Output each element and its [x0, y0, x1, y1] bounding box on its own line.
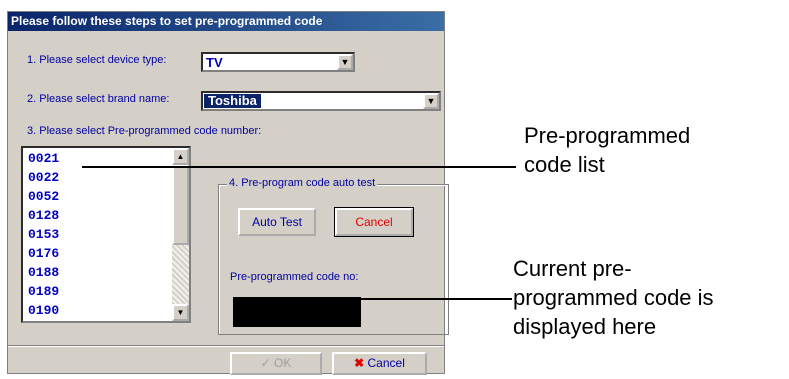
brand-name-select[interactable]: Toshiba ▼ — [201, 91, 441, 111]
device-type-select[interactable]: TV ▼ — [201, 52, 355, 72]
scroll-down-icon[interactable]: ▼ — [172, 304, 189, 321]
close-icon: ✖ — [354, 356, 365, 370]
auto-test-button[interactable]: Auto Test — [238, 208, 316, 236]
scroll-thumb[interactable] — [172, 165, 189, 245]
display-callout-line — [352, 298, 512, 300]
code-number-label: 3. Please select Pre-programmed code num… — [27, 125, 262, 137]
cancel-test-button[interactable]: Cancel — [334, 207, 414, 237]
list-item[interactable]: 0022 — [28, 168, 59, 187]
divider — [8, 345, 444, 347]
cancel-button[interactable]: ✖ Cancel — [332, 352, 427, 375]
brand-name-label: 2. Please select brand name: — [27, 93, 170, 105]
list-callout-line1: Pre-programmed — [524, 123, 691, 148]
display-callout-line2: programmed code is — [513, 285, 714, 310]
chevron-down-icon[interactable]: ▼ — [423, 93, 439, 109]
list-item[interactable]: 0052 — [28, 187, 59, 206]
check-icon: ✓ — [260, 356, 271, 370]
list-item[interactable]: 0176 — [28, 244, 59, 263]
device-type-label: 1. Please select device type: — [27, 54, 167, 66]
list-item[interactable]: 0190 — [28, 301, 59, 320]
ok-label: OK — [274, 356, 292, 370]
code-display — [233, 297, 361, 327]
ok-button[interactable]: ✓ OK — [230, 352, 322, 375]
list-callout-line — [82, 166, 516, 168]
code-list[interactable]: 0021 0022 0052 0128 0153 0176 0188 0189 … — [21, 146, 191, 323]
list-item[interactable]: 0188 — [28, 263, 59, 282]
code-no-label: Pre-programmed code no: — [230, 271, 359, 283]
dialog-title: Please follow these steps to set pre-pro… — [8, 12, 444, 31]
list-item[interactable]: 0128 — [28, 206, 59, 225]
cancel-label: Cancel — [367, 356, 405, 370]
display-callout-line3: displayed here — [513, 314, 657, 339]
display-callout-line1: Current pre- — [513, 256, 632, 281]
list-item[interactable]: 0189 — [28, 282, 59, 301]
list-item[interactable]: 0153 — [28, 225, 59, 244]
auto-test-group-label: 4. Pre-program code auto test — [227, 177, 378, 189]
scroll-up-icon[interactable]: ▲ — [172, 148, 189, 165]
list-callout-line2: code list — [524, 152, 605, 177]
device-type-value: TV — [206, 55, 223, 70]
list-item[interactable]: 0021 — [28, 149, 59, 168]
brand-name-value: Toshiba — [204, 94, 261, 108]
chevron-down-icon[interactable]: ▼ — [337, 54, 353, 70]
list-scrollbar[interactable]: ▲ ▼ — [172, 148, 189, 321]
